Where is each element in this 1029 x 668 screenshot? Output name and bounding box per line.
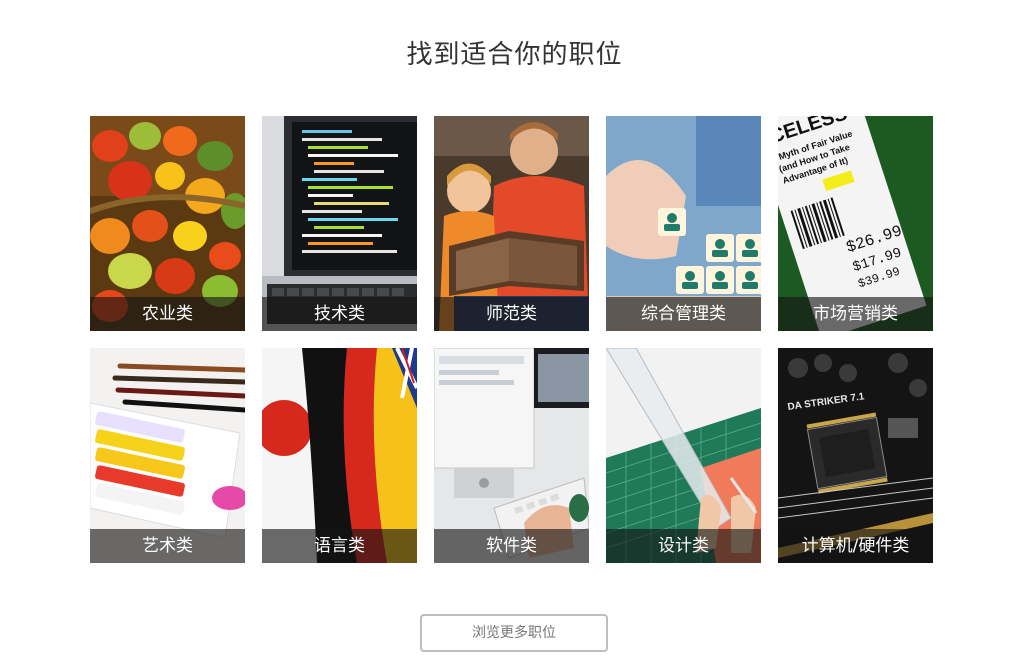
- category-label: 技术类: [262, 297, 417, 331]
- category-tile-software[interactable]: 软件类: [434, 348, 589, 563]
- category-tile-agriculture[interactable]: 农业类: [90, 116, 245, 331]
- category-tile-management[interactable]: 综合管理类: [606, 116, 761, 331]
- category-label: 软件类: [434, 529, 589, 563]
- category-tile-hardware[interactable]: DA STRIKER 7.1 计算机/硬件类: [778, 348, 933, 563]
- page-title: 找到适合你的职位: [406, 40, 623, 70]
- browse-more-jobs-button[interactable]: 浏览更多职位: [420, 614, 608, 652]
- category-tile-technology[interactable]: 技术类: [262, 116, 417, 331]
- category-label: 师范类: [434, 297, 589, 331]
- category-tile-marketing[interactable]: ICELESS e Myth of Fair Value (and How to…: [778, 116, 933, 331]
- category-label: 综合管理类: [606, 297, 761, 331]
- category-tile-education[interactable]: 师范类: [434, 116, 589, 331]
- category-label: 市场营销类: [778, 297, 933, 331]
- category-label: 艺术类: [90, 529, 245, 563]
- category-label: 农业类: [90, 297, 245, 331]
- category-label: 设计类: [606, 529, 761, 563]
- category-label: 语言类: [262, 529, 417, 563]
- page: 找到适合你的职位 农业类 技术类 师范类 综合管理类 ICELESS e Myt…: [0, 0, 1029, 668]
- category-label: 计算机/硬件类: [778, 529, 933, 563]
- category-tile-design[interactable]: 设计类: [606, 348, 761, 563]
- category-grid: 农业类 技术类 师范类 综合管理类 ICELESS e Myth of Fair…: [90, 116, 933, 563]
- category-tile-art[interactable]: 艺术类: [90, 348, 245, 563]
- category-tile-language[interactable]: 语言类: [262, 348, 417, 563]
